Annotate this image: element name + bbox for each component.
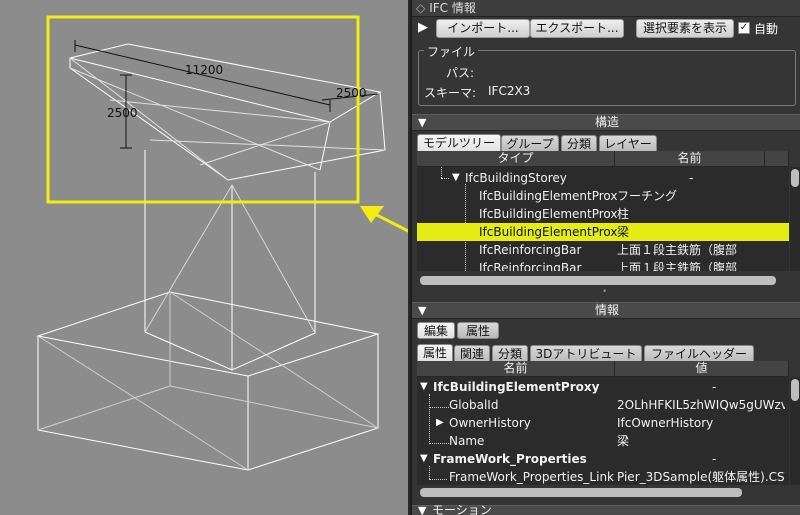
model-tree-list[interactable]: タイプ 名前 ▼ IfcBuildingStorey - IfcBuilding… [417, 151, 789, 271]
tree-row[interactable]: IfcReinforcingBar 上面１段主鉄筋（腹部 [417, 259, 789, 271]
attribute-row[interactable]: GlobalId 2OLhHFKIL5zhWIQw5gUWzv [417, 396, 789, 414]
col-header-type[interactable]: タイプ [417, 151, 615, 167]
structure-section-header[interactable]: ▼ 構造 [412, 114, 800, 131]
ifc-info-panel: ◇ IFC 情報 ▶ インポート... エクスポート... 選択要素を表示 ✓ 自… [410, 0, 800, 515]
attribute-row[interactable]: Name 梁 [417, 432, 789, 450]
tree-vertical-scrollbar[interactable] [790, 167, 800, 271]
info-section-header[interactable]: ▼ 情報 [412, 302, 800, 319]
col-header-name[interactable]: 名前 [615, 151, 765, 167]
tree-horizontal-scrollbar[interactable] [420, 276, 776, 285]
attribute-row[interactable]: ▼ FrameWork_Properties - [417, 450, 789, 468]
info-title: 情報 [594, 303, 619, 317]
tree-row-selected[interactable]: IfcBuildingElementProx 梁 [417, 223, 789, 241]
tab-classification[interactable]: 分類 [492, 345, 528, 362]
diamond-icon: ◇ [416, 1, 426, 15]
expand-down-icon[interactable]: ▼ [420, 378, 428, 396]
tab-group[interactable]: グループ [501, 135, 559, 152]
wireframe-model [36, 15, 408, 471]
expand-down-icon[interactable]: ▼ [452, 169, 460, 187]
motion-section-header[interactable]: ▼ モーション [412, 503, 800, 515]
motion-title: モーション [432, 503, 492, 515]
attributes-horizontal-scrollbar[interactable] [420, 488, 742, 497]
tab-relations[interactable]: 関連 [454, 345, 490, 362]
schema-value: IFC2X3 [488, 84, 531, 98]
expand-down-icon[interactable]: ▼ [420, 450, 428, 468]
expand-right-icon[interactable]: ▶ [436, 414, 444, 432]
col-header-name[interactable]: 名前 [417, 361, 615, 377]
col-header-extra [765, 151, 789, 167]
import-button[interactable]: インポート... [436, 19, 530, 38]
auto-checkbox[interactable]: ✓ [738, 22, 750, 34]
attributes-list[interactable]: 名前 値 ▼ IfcBuildingElementProxy - GlobalI… [417, 361, 789, 485]
tab-3d-attributes[interactable]: 3Dアトリビュート [530, 345, 642, 362]
tab-attributes[interactable]: 属性 [417, 344, 453, 361]
auto-label: 自動 [754, 22, 779, 36]
footing-hidden-edges [37, 385, 379, 431]
col-header-value[interactable]: 値 [615, 361, 789, 377]
dimension-label-width: 2500 [336, 86, 367, 100]
tree-row[interactable]: IfcBuildingElementProx フーチング [417, 187, 789, 205]
dimension-label-length: 11200 [185, 63, 224, 77]
tab-model-tree[interactable]: モデルツリー [417, 134, 501, 151]
file-group-label: ファイル [424, 43, 479, 60]
dimension-label-height: 2500 [107, 106, 138, 120]
splitter-dot[interactable]: • [602, 287, 607, 297]
path-label: パス: [446, 66, 475, 80]
footing-diag2 [169, 291, 379, 429]
3d-viewport[interactable]: 11200 2500 2500 [0, 0, 408, 515]
attribute-menu-button[interactable]: 属性 [457, 322, 499, 339]
tree-vscroll-thumb[interactable] [791, 169, 799, 187]
attribute-row[interactable]: ▶ OwnerHistory IfcOwnerHistory [417, 414, 789, 432]
callout-arrowhead [360, 206, 384, 223]
footing-top-face [36, 291, 380, 377]
footing-sides [37, 334, 379, 471]
edit-menu-button[interactable]: 編集 [417, 322, 455, 339]
tree-row[interactable]: ▼ IfcBuildingStorey - [417, 169, 789, 187]
toolbar: ▶ インポート... エクスポート... 選択要素を表示 ✓ 自動 [412, 18, 800, 40]
dim-ticks [74, 40, 331, 149]
panel-title: IFC 情報 [429, 1, 476, 15]
attribute-row[interactable]: FrameWork_Properties_Link Pier_3DSample(… [417, 468, 789, 485]
attributes-vscroll-thumb[interactable] [791, 379, 799, 401]
tab-classification[interactable]: 分類 [561, 135, 597, 152]
tree-row[interactable]: IfcBuildingElementProx 柱 [417, 205, 789, 223]
attributes-vertical-scrollbar[interactable] [790, 377, 800, 485]
tree-row[interactable]: IfcReinforcingBar 上面１段主鉄筋（腹部 [417, 241, 789, 259]
tab-file-header[interactable]: ファイルヘッダー [644, 345, 754, 362]
show-selected-button[interactable]: 選択要素を表示 [636, 19, 734, 38]
attribute-row[interactable]: ▼ IfcBuildingElementProxy - [417, 378, 789, 396]
structure-title: 構造 [594, 115, 619, 129]
schema-label: スキーマ: [424, 86, 477, 100]
panel-titlebar: ◇ IFC 情報 [412, 0, 800, 17]
export-button[interactable]: エクスポート... [530, 19, 624, 38]
beam-end-edge [319, 121, 331, 171]
collapse-triangle-icon[interactable]: ▼ [418, 503, 426, 515]
play-icon[interactable]: ▶ [418, 20, 428, 35]
tab-layer[interactable]: レイヤー [599, 135, 657, 152]
